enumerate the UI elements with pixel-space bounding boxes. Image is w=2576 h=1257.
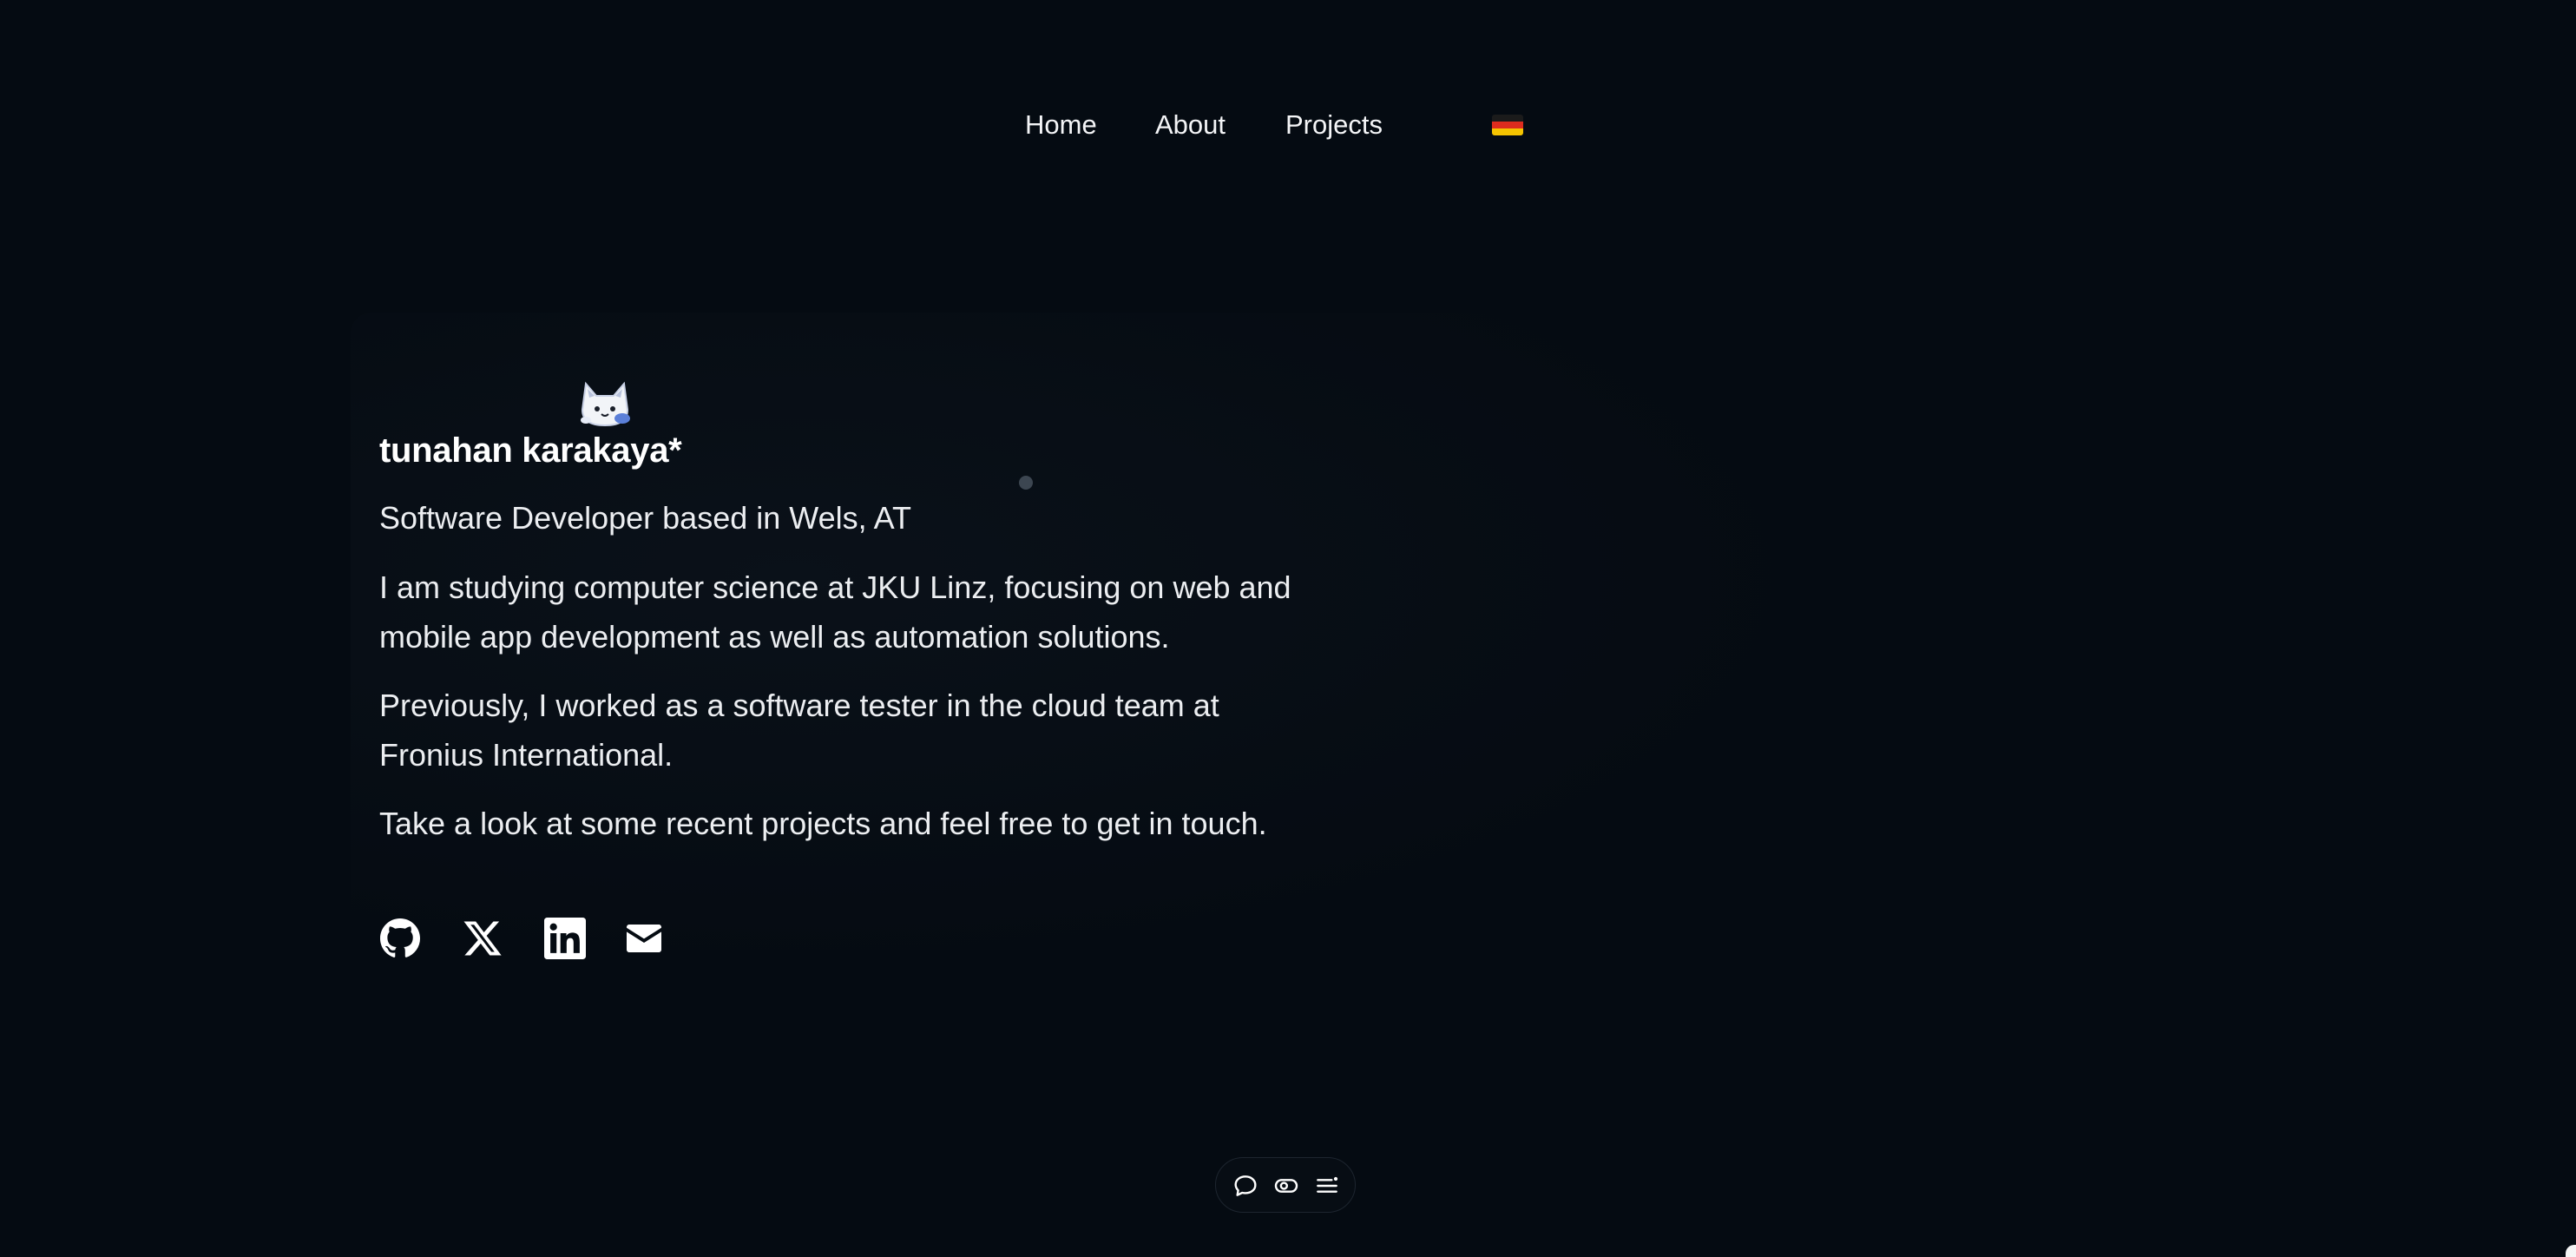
toggle-icon[interactable]: [1272, 1172, 1300, 1200]
page-title: tunahan karakaya*: [379, 431, 682, 470]
menu-lines-icon[interactable]: [1313, 1172, 1341, 1200]
github-icon[interactable]: [379, 918, 421, 959]
german-flag-icon[interactable]: [1492, 115, 1523, 135]
linkedin-icon[interactable]: [544, 918, 586, 959]
hero-paragraph-study: I am studying computer science at JKU Li…: [379, 569, 1291, 655]
hero-tagline: Software Developer based in Wels, AT: [379, 500, 911, 536]
corner-indicator: [2566, 1245, 2576, 1257]
hero-paragraph-previous: Previously, I worked as a software teste…: [379, 688, 1219, 773]
floating-toolbar: [1215, 1157, 1356, 1213]
hero-header: tunahan karakaya*: [379, 365, 1334, 470]
hero-paragraph-cta: Take a look at some recent projects and …: [379, 806, 1267, 841]
nav-projects-link[interactable]: Projects: [1285, 109, 1383, 141]
page: Home About Projects tunahan karakaya* So…: [0, 0, 2576, 1257]
cat-mascot-icon: [581, 381, 630, 427]
decorative-dot: [1019, 476, 1033, 490]
nav-about-link[interactable]: About: [1155, 109, 1226, 141]
top-navigation: Home About Projects: [0, 102, 2576, 151]
chat-bubble-icon[interactable]: [1232, 1172, 1259, 1200]
mail-icon[interactable]: [623, 918, 665, 959]
x-icon[interactable]: [462, 918, 503, 959]
nav-home-link[interactable]: Home: [1025, 109, 1097, 141]
